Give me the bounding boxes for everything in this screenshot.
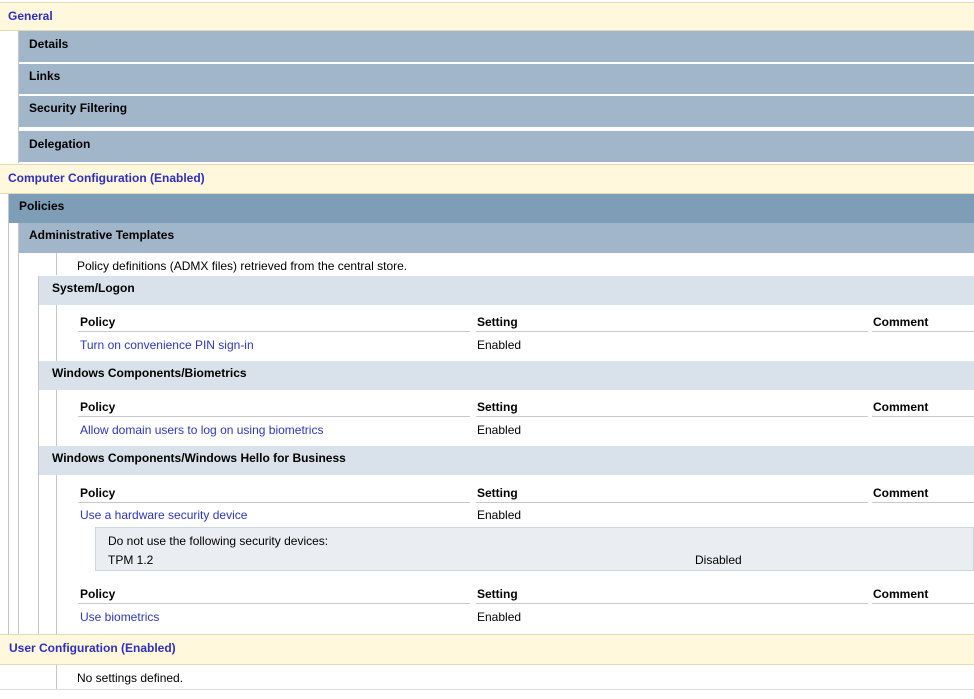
section-user-configuration[interactable]: User Configuration (Enabled)	[0, 634, 974, 665]
detail-item: TPM 1.2	[108, 553, 154, 567]
column-header-setting: Setting	[477, 400, 518, 414]
column-header-comment: Comment	[873, 587, 929, 601]
column-header-policy: Policy	[80, 587, 116, 601]
policy-link[interactable]: Turn on convenience PIN sign-in	[80, 338, 254, 352]
column-header-policy: Policy	[80, 486, 116, 500]
group-system-logon[interactable]: System/Logon	[39, 276, 974, 305]
section-general[interactable]: General	[0, 2, 974, 31]
section-administrative-templates[interactable]: Administrative Templates	[19, 223, 974, 253]
column-header-comment: Comment	[873, 400, 929, 414]
section-delegation-label[interactable]: Delegation	[29, 137, 90, 151]
group-windows-hello-label[interactable]: Windows Components/Windows Hello for Bus…	[52, 451, 346, 465]
section-computer-configuration-label[interactable]: Computer Configuration (Enabled)	[8, 171, 205, 185]
policy-setting-value: Enabled	[477, 610, 522, 624]
section-policies-label[interactable]: Policies	[19, 199, 64, 213]
column-header-policy: Policy	[80, 400, 116, 414]
policy-setting-value: Enabled	[477, 423, 522, 437]
column-header-policy: Policy	[80, 315, 116, 329]
policy-link[interactable]: Allow domain users to log on using biome…	[80, 423, 323, 437]
section-details-label[interactable]: Details	[29, 37, 68, 51]
section-policies[interactable]: Policies	[9, 194, 974, 223]
column-header-setting: Setting	[477, 587, 518, 601]
tree-line	[56, 305, 57, 361]
group-system-logon-label[interactable]: System/Logon	[52, 281, 135, 295]
detail-heading: Do not use the following security device…	[108, 534, 329, 548]
tree-line	[56, 665, 57, 689]
column-header-setting: Setting	[477, 486, 518, 500]
policy-setting-value: Enabled	[477, 338, 522, 352]
section-user-configuration-label[interactable]: User Configuration (Enabled)	[9, 641, 176, 655]
policy-link[interactable]: Use a hardware security device	[80, 508, 247, 522]
setting-detail-panel: Do not use the following security device…	[95, 527, 974, 571]
section-security-filtering[interactable]: Security Filtering	[19, 96, 974, 127]
section-delegation[interactable]: Delegation	[19, 131, 974, 162]
group-windows-hello-for-business[interactable]: Windows Components/Windows Hello for Bus…	[39, 446, 974, 475]
tree-line	[56, 390, 57, 446]
policy-link[interactable]: Use biometrics	[80, 610, 159, 624]
section-details[interactable]: Details	[19, 31, 974, 62]
policy-setting-value: Enabled	[477, 508, 522, 522]
tree-line	[8, 194, 9, 634]
column-header-setting: Setting	[477, 315, 518, 329]
tree-line	[18, 223, 19, 634]
section-links[interactable]: Links	[19, 64, 974, 94]
group-windows-components-biometrics[interactable]: Windows Components/Biometrics	[39, 361, 974, 390]
section-administrative-templates-label[interactable]: Administrative Templates	[29, 228, 174, 242]
column-header-comment: Comment	[873, 315, 929, 329]
section-general-label[interactable]: General	[8, 9, 53, 23]
tree-line	[56, 253, 57, 275]
section-links-label[interactable]: Links	[29, 69, 60, 83]
tree-line	[56, 475, 57, 634]
column-header-comment: Comment	[873, 486, 929, 500]
detail-item-value: Disabled	[695, 553, 742, 567]
group-biometrics-label[interactable]: Windows Components/Biometrics	[52, 366, 247, 380]
admx-source-note: Policy definitions (ADMX files) retrieve…	[77, 259, 408, 273]
no-settings-note: No settings defined.	[77, 671, 184, 685]
section-security-filtering-label[interactable]: Security Filtering	[29, 101, 127, 115]
section-computer-configuration[interactable]: Computer Configuration (Enabled)	[0, 164, 974, 194]
